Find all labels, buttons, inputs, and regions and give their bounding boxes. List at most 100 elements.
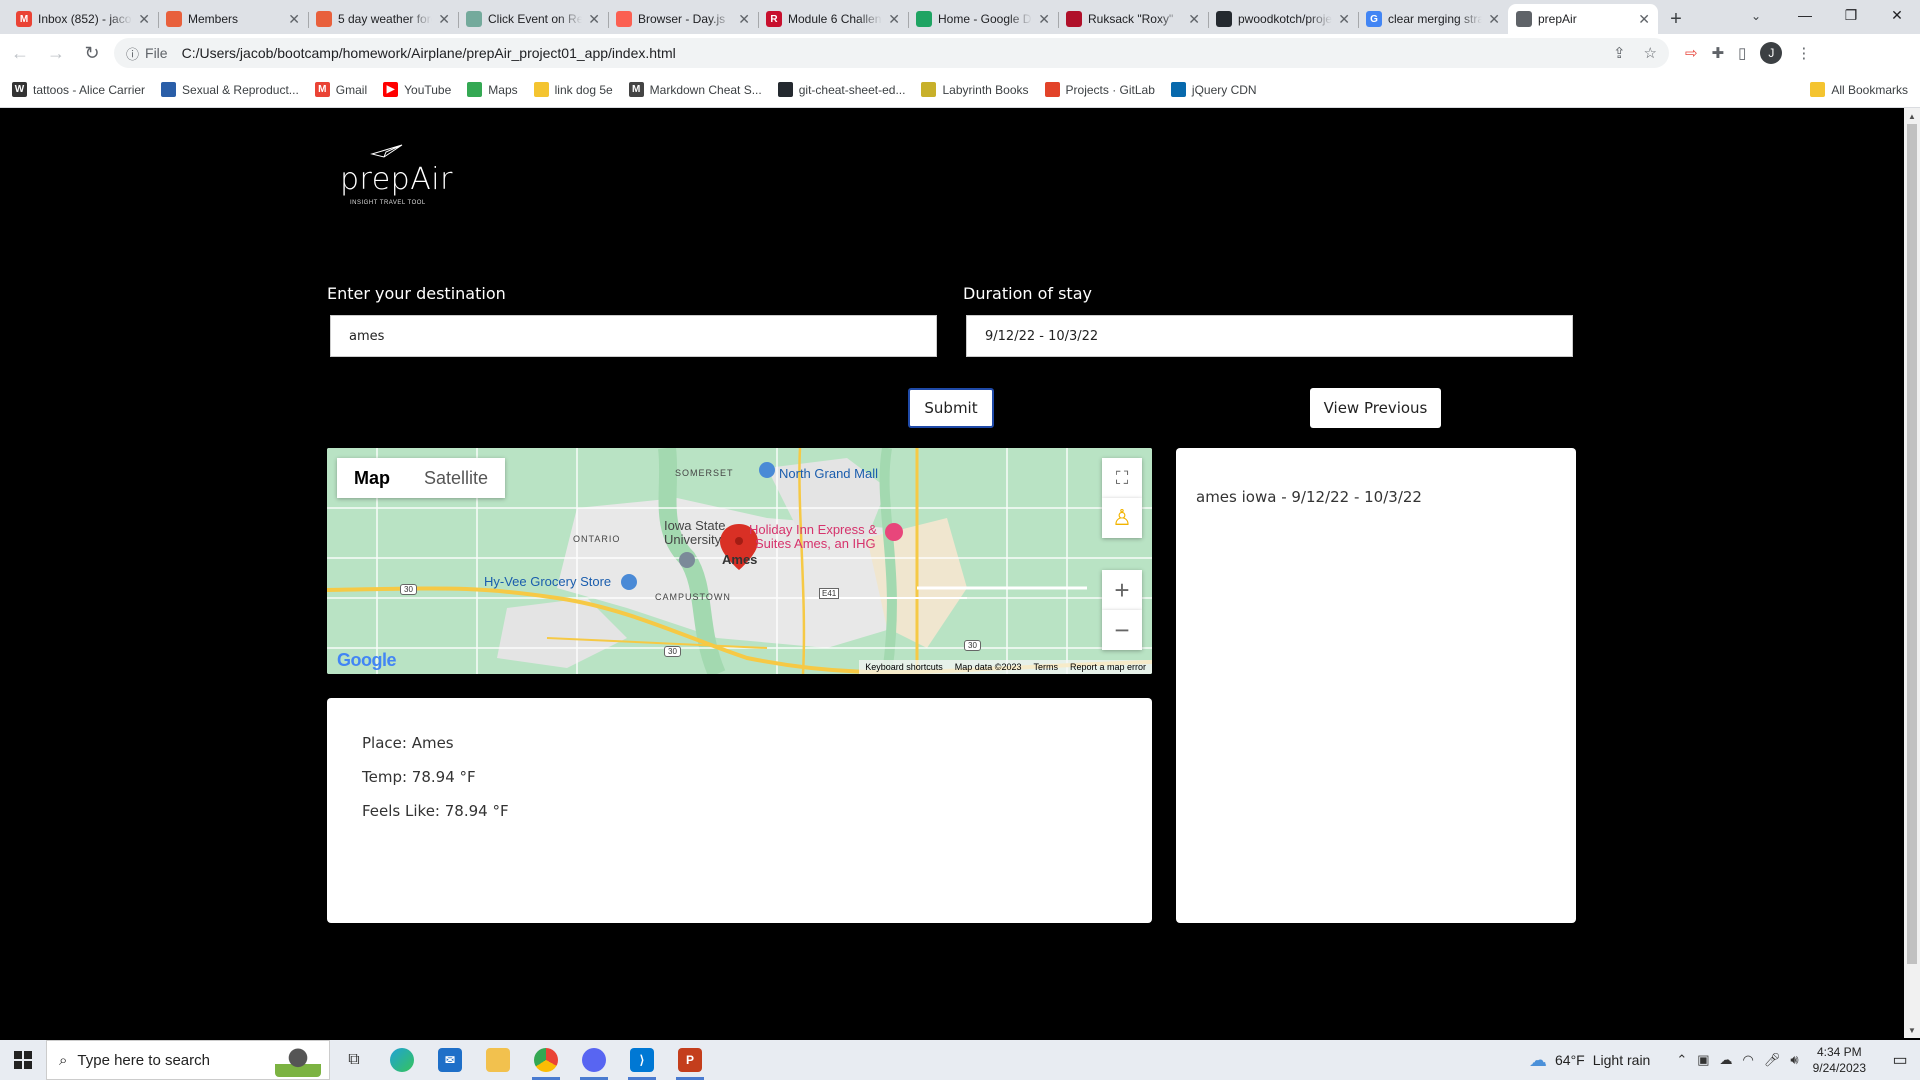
new-tab-button[interactable]: + <box>1658 4 1694 34</box>
map-label-holiday-inn-1[interactable]: Holiday Inn Express & <box>749 522 877 537</box>
bookmark-item[interactable]: jQuery CDN <box>1170 82 1257 97</box>
file-explorer-taskbar-button[interactable] <box>474 1040 522 1080</box>
bookmark-item[interactable]: M Gmail <box>314 82 367 97</box>
bookmark-item[interactable]: ▶ YouTube <box>383 82 451 97</box>
zoom-in-button[interactable]: + <box>1102 570 1142 610</box>
hardware-icon[interactable]: ▣ <box>1697 1052 1709 1068</box>
browser-tab[interactable]: Click Event on React ✕ <box>458 4 608 34</box>
browser-tab[interactable]: 5 day weather forecast ✕ <box>308 4 458 34</box>
page-scrollbar[interactable]: ▲ ▼ <box>1904 108 1920 1038</box>
scroll-down-arrow-icon[interactable]: ▼ <box>1904 1022 1920 1038</box>
map-type-satellite-button[interactable]: Satellite <box>407 458 505 498</box>
task-view-button[interactable]: ⧉ <box>330 1040 378 1080</box>
tab-close-icon[interactable]: ✕ <box>588 11 600 28</box>
tab-close-icon[interactable]: ✕ <box>1638 11 1650 28</box>
browser-tab[interactable]: M Inbox (852) - jacob ✕ <box>8 4 158 34</box>
browser-tab[interactable]: pwoodkotch/project ✕ <box>1208 4 1358 34</box>
mail-taskbar-button[interactable]: ✉ <box>426 1040 474 1080</box>
reload-button[interactable]: ↻ <box>76 37 108 69</box>
address-prefix: File <box>145 45 168 61</box>
tab-close-icon[interactable]: ✕ <box>138 11 150 28</box>
browser-tab[interactable]: R Module 6 Challenge ✕ <box>758 4 908 34</box>
map-label-north-grand-mall[interactable]: North Grand Mall <box>779 466 878 481</box>
browser-tab[interactable]: prepAir ✕ <box>1508 4 1658 34</box>
keyboard-shortcuts-link[interactable]: Keyboard shortcuts <box>865 662 943 672</box>
discord-taskbar-button[interactable] <box>570 1040 618 1080</box>
tab-close-icon[interactable]: ✕ <box>1188 11 1200 28</box>
edge-taskbar-button[interactable] <box>378 1040 426 1080</box>
browser-tab[interactable]: Gclear merging strategy ✕ <box>1358 4 1508 34</box>
scroll-up-arrow-icon[interactable]: ▲ <box>1904 108 1920 124</box>
map-label-holiday-inn-2[interactable]: Suites Ames, an IHG <box>755 536 876 551</box>
bookmark-item[interactable]: git-cheat-sheet-ed... <box>777 82 905 97</box>
microphone-icon[interactable]: 🎤︎ <box>1764 1052 1781 1068</box>
zoom-out-button[interactable]: − <box>1102 610 1142 650</box>
pegman-icon[interactable]: ♙ <box>1102 498 1142 538</box>
youtube-icon: ▶ <box>383 82 399 97</box>
chrome-taskbar-button[interactable] <box>522 1040 570 1080</box>
extensions-puzzle-icon[interactable]: ✚ <box>1712 44 1725 62</box>
tab-close-icon[interactable]: ✕ <box>438 11 450 28</box>
browser-tab[interactable]: Ruksack "Roxy" ✕ <box>1058 4 1208 34</box>
tab-close-icon[interactable]: ✕ <box>288 11 300 28</box>
browser-menu-icon[interactable]: ⋮ <box>1796 44 1811 62</box>
minimize-button[interactable]: — <box>1782 0 1828 30</box>
onedrive-cloud-icon[interactable]: ☁ <box>1720 1052 1733 1068</box>
destination-input[interactable]: ames <box>330 315 937 357</box>
bookmark-item[interactable]: Maps <box>467 82 518 97</box>
tab-close-icon[interactable]: ✕ <box>1488 11 1500 28</box>
submit-button[interactable]: Submit <box>908 388 994 428</box>
bookmark-item[interactable]: Sexual & Reproduct... <box>161 82 299 97</box>
chevron-up-icon[interactable]: ⌃ <box>1676 1052 1687 1068</box>
profile-avatar[interactable]: J <box>1760 42 1783 64</box>
extension-cast-icon[interactable]: ⇨ <box>1685 44 1698 62</box>
history-item[interactable]: ames iowa - 9/12/22 - 10/3/22 <box>1196 488 1422 506</box>
duration-input[interactable]: 9/12/22 - 10/3/22 <box>966 315 1573 357</box>
browser-toolbar: ← → ↻ ⓘ File C:/Users/jacob/bootcamp/hom… <box>0 34 1920 72</box>
browser-tab[interactable]: Members ✕ <box>158 4 308 34</box>
all-bookmarks-button[interactable]: All Bookmarks <box>1810 82 1908 97</box>
close-window-button[interactable]: ✕ <box>1874 0 1920 30</box>
tab-close-icon[interactable]: ✕ <box>1338 11 1350 28</box>
notifications-icon[interactable]: ▭ <box>1880 1040 1920 1080</box>
map-type-map-button[interactable]: Map <box>337 458 407 498</box>
tab-close-icon[interactable]: ✕ <box>1038 11 1050 28</box>
view-previous-button[interactable]: View Previous <box>1310 388 1441 428</box>
powerpoint-taskbar-button[interactable]: P <box>666 1040 714 1080</box>
wifi-icon[interactable]: ◠ <box>1743 1052 1754 1068</box>
map-label-iowa-state-1[interactable]: Iowa State <box>664 518 725 533</box>
taskbar-clock[interactable]: 4:34 PM 9/24/2023 <box>1813 1044 1866 1076</box>
share-icon[interactable]: ⇪ <box>1613 44 1626 62</box>
browser-tab[interactable]: Browser - Day.js ✕ <box>608 4 758 34</box>
restore-button[interactable]: ❐ <box>1828 0 1874 30</box>
terms-link[interactable]: Terms <box>1033 662 1058 672</box>
report-map-error-link[interactable]: Report a map error <box>1070 662 1146 672</box>
forward-button[interactable]: → <box>40 37 72 69</box>
address-bar[interactable]: ⓘ File C:/Users/jacob/bootcamp/homework/… <box>114 38 1669 68</box>
fullscreen-icon[interactable]: ⛶ <box>1102 458 1142 498</box>
bookmark-item[interactable]: Wtattoos - Alice Carrier <box>12 82 145 97</box>
browser-tab[interactable]: Home - Google Drive ✕ <box>908 4 1058 34</box>
bookmark-label: Markdown Cheat S... <box>649 82 762 97</box>
bookmark-star-icon[interactable]: ☆ <box>1644 44 1657 62</box>
map-label-hy-vee[interactable]: Hy-Vee Grocery Store <box>484 574 611 589</box>
tab-close-icon[interactable]: ✕ <box>888 11 900 28</box>
bookmark-item[interactable]: Projects · GitLab <box>1044 82 1155 97</box>
back-button[interactable]: ← <box>4 37 36 69</box>
bookmark-item[interactable]: Labyrinth Books <box>921 82 1029 97</box>
tab-close-icon[interactable]: ✕ <box>738 11 750 28</box>
vscode-taskbar-button[interactable]: ⟩ <box>618 1040 666 1080</box>
google-map[interactable]: SOMERSET North Grand Mall Iowa State Uni… <box>327 448 1152 674</box>
start-button[interactable] <box>0 1040 46 1080</box>
taskbar-weather[interactable]: ☁ 64°F Light rain <box>1529 1050 1650 1071</box>
tab-search-icon[interactable]: ⌄ <box>1742 4 1770 28</box>
taskbar-search[interactable]: ⌕ Type here to search <box>46 1040 330 1080</box>
scroll-thumb[interactable] <box>1907 124 1917 964</box>
side-panel-icon[interactable]: ▯ <box>1738 44 1746 62</box>
volume-icon[interactable]: 🔊︎ <box>1790 1052 1798 1068</box>
site-info-icon[interactable]: ⓘ <box>126 44 139 63</box>
bookmarks-list: Wtattoos - Alice Carrier Sexual & Reprodu… <box>12 82 1273 97</box>
bookmark-item[interactable]: link dog 5e <box>533 82 613 97</box>
bookmark-item[interactable]: M Markdown Cheat S... <box>628 82 762 97</box>
map-label-iowa-state-2[interactable]: University <box>664 532 721 547</box>
